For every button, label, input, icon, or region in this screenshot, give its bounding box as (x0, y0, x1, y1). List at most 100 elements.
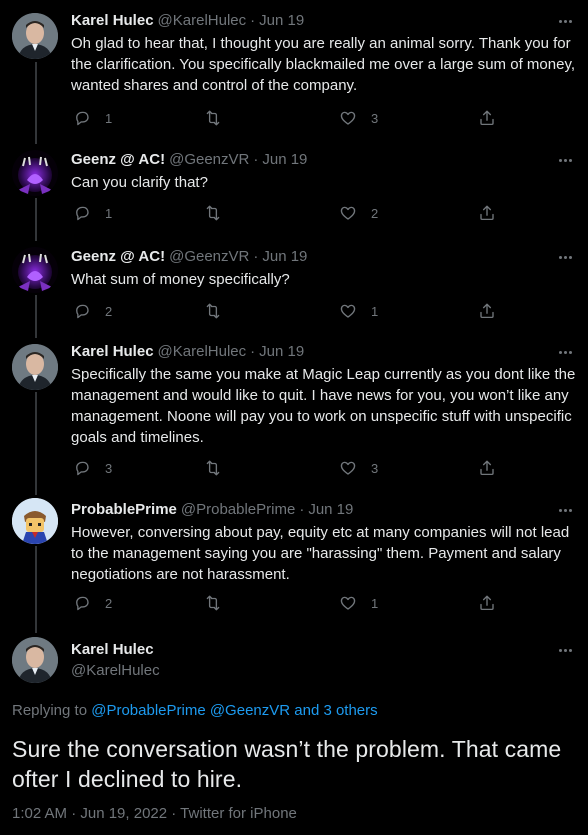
tweet-header: Karel Hulec @KarelHulec · Jun 19 (71, 342, 305, 362)
like-icon (340, 304, 356, 318)
main-tweet-text: Sure the conversation wasn’t the problem… (12, 736, 562, 792)
retweet-button[interactable] (204, 301, 222, 321)
tweet[interactable]: ProbablePrime @ProbablePrime · Jun 19 Ho… (0, 484, 588, 624)
main-avatar[interactable] (12, 637, 58, 683)
share-icon (480, 460, 494, 476)
more-icon[interactable] (556, 247, 574, 267)
tweet-date[interactable]: Jun 19 (308, 500, 353, 520)
share-button[interactable] (478, 593, 496, 613)
tweet-date[interactable]: Jun 19 (262, 150, 307, 170)
like-button[interactable]: 3 (339, 108, 378, 128)
retweet-button[interactable] (204, 593, 222, 613)
tweet-actions: 2 1 (71, 301, 511, 321)
retweet-button[interactable] (204, 203, 222, 223)
reply-button[interactable]: 1 (73, 108, 112, 128)
reply-icon (76, 111, 89, 126)
tweet[interactable]: Karel Hulec @KarelHulec · Jun 19 Specifi… (0, 334, 588, 484)
retweet-icon (206, 595, 220, 611)
like-count: 2 (371, 205, 379, 221)
main-username[interactable]: @KarelHulec (71, 662, 160, 680)
tweet-text: However, conversing about pay, equity et… (71, 524, 570, 583)
like-count: 1 (371, 303, 379, 319)
more-icon[interactable] (556, 150, 574, 170)
reply-count: 1 (105, 110, 113, 126)
tweet[interactable]: Karel Hulec @KarelHulec · Jun 19 Oh glad… (0, 0, 588, 140)
share-icon (480, 595, 494, 611)
reply-count: 1 (105, 205, 113, 221)
retweet-icon (206, 460, 220, 476)
more-icon[interactable] (556, 500, 574, 520)
tweet[interactable]: Geenz @ AC! @GeenzVR · Jun 19 Can you cl… (0, 140, 588, 237)
like-icon (340, 111, 356, 125)
tweet-header: ProbablePrime @ProbablePrime · Jun 19 (71, 500, 354, 520)
share-button[interactable] (478, 203, 496, 223)
avatar[interactable] (12, 150, 58, 196)
like-icon (340, 596, 356, 610)
display-name[interactable]: Karel Hulec (71, 11, 154, 31)
reply-icon (76, 596, 89, 611)
share-icon (480, 110, 494, 126)
reply-count: 2 (105, 595, 113, 611)
retweet-icon (206, 205, 220, 221)
username[interactable]: @GeenzVR (169, 150, 249, 170)
tweet-date[interactable]: Jun 19 (262, 247, 307, 267)
tweet-header: Karel Hulec @KarelHulec · Jun 19 (71, 11, 305, 31)
avatar[interactable] (12, 13, 58, 59)
retweet-button[interactable] (204, 108, 222, 128)
like-count: 1 (371, 595, 379, 611)
display-name[interactable]: Karel Hulec (71, 342, 154, 362)
share-button[interactable] (478, 108, 496, 128)
main-display-name[interactable]: Karel Hulec (71, 641, 160, 659)
more-icon[interactable] (556, 342, 574, 362)
main-tweet-header: Karel Hulec @KarelHulec (71, 641, 160, 680)
display-name[interactable]: Geenz @ AC! (71, 150, 165, 170)
reply-button[interactable]: 2 (73, 593, 112, 613)
tweet-actions: 1 2 (71, 203, 511, 223)
tweet-date[interactable]: Jun 19 (259, 11, 304, 31)
retweet-button[interactable] (204, 458, 222, 478)
avatar[interactable] (12, 247, 58, 293)
reply-icon (76, 304, 89, 319)
tweet-header: Geenz @ AC! @GeenzVR · Jun 19 (71, 150, 308, 170)
avatar[interactable] (12, 344, 58, 390)
tweet-header: Geenz @ AC! @GeenzVR · Jun 19 (71, 247, 308, 267)
like-button[interactable]: 1 (339, 593, 378, 613)
tweet[interactable]: Geenz @ AC! @GeenzVR · Jun 19 What sum o… (0, 237, 588, 334)
share-button[interactable] (478, 301, 496, 321)
like-icon (340, 461, 356, 475)
like-count: 3 (371, 460, 379, 476)
reply-icon (76, 206, 89, 221)
username[interactable]: @GeenzVR (169, 247, 249, 267)
avatar[interactable] (12, 498, 58, 544)
tweet-timestamp[interactable]: 1:02 AM · Jun 19, 2022 · Twitter for iPh… (12, 805, 297, 822)
share-button[interactable] (478, 458, 496, 478)
more-icon[interactable] (556, 11, 574, 31)
username[interactable]: @KarelHulec (158, 11, 247, 31)
tweet-actions: 1 3 (71, 108, 511, 128)
tweet-text: Can you clarify that? (71, 174, 208, 191)
replying-to-link[interactable]: @ProbablePrime @GeenzVR and 3 others (91, 702, 377, 719)
like-button[interactable]: 3 (339, 458, 378, 478)
like-icon (340, 206, 356, 220)
replying-to: Replying to @ProbablePrime @GeenzVR and … (12, 702, 378, 719)
display-name[interactable]: ProbablePrime (71, 500, 177, 520)
reply-button[interactable]: 1 (73, 203, 112, 223)
tweet-text: Specifically the same you make at Magic … (71, 366, 576, 446)
tweet-actions: 3 3 (71, 458, 511, 478)
retweet-icon (206, 110, 220, 126)
display-name[interactable]: Geenz @ AC! (71, 247, 165, 267)
share-icon (480, 205, 494, 221)
tweet-date[interactable]: Jun 19 (259, 342, 304, 362)
username[interactable]: @ProbablePrime (181, 500, 295, 520)
like-button[interactable]: 1 (339, 301, 378, 321)
reply-button[interactable]: 3 (73, 458, 112, 478)
username[interactable]: @KarelHulec (158, 342, 247, 362)
like-button[interactable]: 2 (339, 203, 378, 223)
reply-count: 3 (105, 460, 113, 476)
replying-prefix: Replying to (12, 702, 88, 719)
reply-icon (76, 461, 89, 476)
tweet-actions: 2 1 (71, 593, 511, 613)
reply-count: 2 (105, 303, 113, 319)
more-icon[interactable] (556, 640, 574, 660)
reply-button[interactable]: 2 (73, 301, 112, 321)
